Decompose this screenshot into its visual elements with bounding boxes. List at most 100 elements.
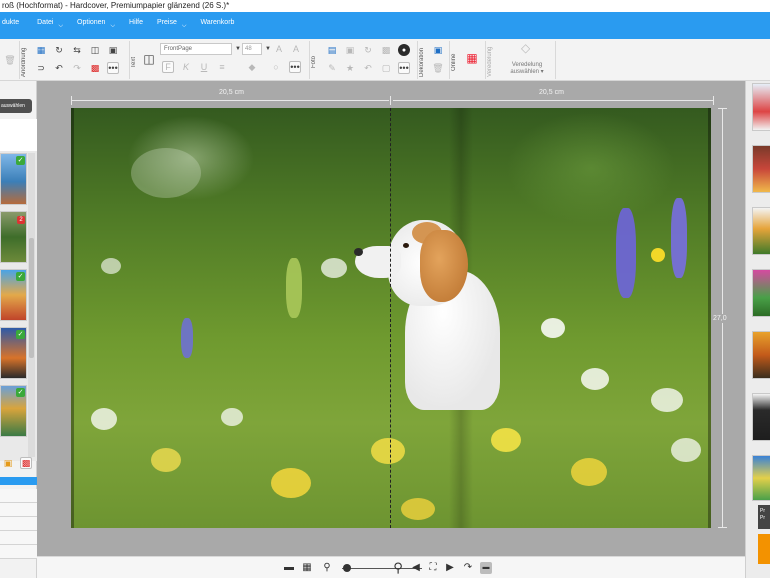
page-flip-icon[interactable]: ↷	[462, 562, 474, 574]
book-spine-line	[390, 108, 391, 528]
ruler-line-right	[393, 100, 713, 101]
delete-photos-icon[interactable]: ▩	[20, 457, 32, 469]
photo-circle-icon[interactable]: ●	[398, 44, 410, 56]
menu-prices-label: Preise	[157, 19, 177, 26]
select-button[interactable]: auswählen	[0, 99, 32, 113]
photo-frame-icon[interactable]: ▢	[380, 62, 392, 74]
underline-button[interactable]: U	[198, 61, 210, 73]
previous-page-icon[interactable]: ◀	[410, 562, 422, 574]
decoration-delete-icon[interactable]: 🗑	[432, 62, 444, 74]
photo-rotate-icon[interactable]: ↻	[362, 44, 374, 56]
undo-icon[interactable]: ↶	[53, 62, 65, 74]
finishing-select-button[interactable]: ◇ Veredelung auswählen ▾	[505, 41, 549, 77]
single-page-view-icon[interactable]: ▬	[283, 562, 295, 574]
photo-thumbnail[interactable]: 2	[0, 211, 27, 263]
photo-undo-icon[interactable]: ↶	[362, 62, 374, 74]
top-ruler: 20,5 cm 20,5 cm	[71, 89, 714, 105]
menu-prices[interactable]: Preise ⌵	[157, 19, 186, 29]
menu-cart[interactable]: Warenkorb	[200, 19, 234, 26]
usage-count-badge: 2	[17, 216, 25, 224]
grid-view-icon[interactable]: ▦	[301, 562, 313, 574]
font-shrink-icon[interactable]: A	[290, 43, 302, 55]
page-thumbnail[interactable]	[752, 393, 770, 441]
more-options-icon[interactable]: •••	[107, 62, 119, 74]
font-size-select[interactable]: 48	[242, 43, 262, 55]
bring-forward-icon[interactable]: ◫	[89, 44, 101, 56]
next-page-icon[interactable]: ▶	[444, 562, 456, 574]
photo-thumbnail[interactable]: ✓	[0, 269, 27, 321]
photo-thumbnail[interactable]: ✓	[0, 327, 27, 379]
menu-products[interactable]: dukte	[2, 19, 19, 26]
flower-lupine	[181, 318, 193, 358]
chevron-down-icon: ⌵	[181, 23, 187, 29]
flower-blur	[271, 468, 311, 498]
page-thumbnail[interactable]	[752, 145, 770, 193]
list-item[interactable]	[0, 531, 37, 545]
ruler-tick	[718, 527, 727, 528]
flower-blur	[401, 498, 435, 520]
list-item[interactable]	[0, 503, 37, 517]
photo-filter-icon[interactable]: ★	[344, 62, 356, 74]
photo-crop-icon[interactable]: ▣	[344, 44, 356, 56]
photo-effect-icon[interactable]: ▩	[380, 44, 392, 56]
toolbar-group-photo: Foto ▤ ▣ ↻ ▩ ● ✎ ★ ↶ ▢ •••	[310, 41, 418, 79]
menu-help-label: Hilfe	[129, 19, 144, 26]
scrollbar-thumb[interactable]	[29, 238, 34, 358]
photo-edit-icon[interactable]: ✎	[326, 62, 338, 74]
list-item[interactable]	[0, 545, 37, 559]
list-item[interactable]	[0, 489, 37, 503]
page-thumbnail[interactable]	[752, 207, 770, 255]
photo-source-icon[interactable]: ▣	[2, 457, 14, 469]
bold-button[interactable]: F	[162, 61, 174, 73]
clipart-icon[interactable]: ▣	[432, 44, 444, 56]
page-thumbnail[interactable]	[752, 269, 770, 317]
zoom-out-icon[interactable]: ⚲	[321, 562, 333, 574]
add-photo-icon[interactable]: ▤	[326, 44, 338, 56]
window-title: roß (Hochformat) - Hardcover, Premiumpap…	[0, 0, 770, 12]
add-text-icon[interactable]: ◫	[143, 52, 155, 66]
menu-options[interactable]: Optionen ⌵	[77, 19, 115, 29]
menu-help[interactable]: Hilfe	[129, 19, 143, 26]
flower-blur	[321, 258, 347, 278]
toolbar-group-arrangement: Anordnung ▦ ↻ ⇆ ◫ ▣ ⊃ ↶ ↷ ▩ •••	[20, 41, 130, 79]
flower-blur	[371, 438, 405, 464]
menu-file[interactable]: Datei ⌵	[37, 19, 63, 29]
price-tooltip: Pr Pr	[758, 505, 770, 529]
font-family-select[interactable]: FrontPage	[160, 43, 232, 55]
magnet-icon[interactable]: ⊃	[35, 62, 47, 74]
photo-thumbnail[interactable]: ✓	[0, 385, 27, 437]
photo-more-options-icon[interactable]: •••	[398, 62, 410, 74]
zoom-slider-handle[interactable]	[343, 564, 351, 572]
fullscreen-icon[interactable]: ⛶	[427, 562, 439, 574]
check-icon: ✓	[16, 156, 25, 165]
check-icon: ✓	[16, 388, 25, 397]
diamond-icon: ◇	[521, 41, 531, 55]
align-icon[interactable]: ≡	[216, 61, 228, 73]
redo-icon[interactable]: ↷	[71, 62, 83, 74]
spread-preview-icon[interactable]: ▬	[480, 562, 492, 574]
flower-blur	[491, 428, 521, 452]
page-thumbnail[interactable]	[752, 331, 770, 379]
trash-icon[interactable]: 🗑	[4, 54, 16, 66]
page-thumbnail[interactable]	[752, 83, 770, 131]
layer-front-icon[interactable]: ▣	[107, 44, 119, 56]
sidebar-blank-panel	[0, 119, 37, 153]
italic-button[interactable]: K	[180, 61, 192, 73]
sidebar-scrollbar[interactable]	[28, 153, 35, 457]
page-thumbnail[interactable]	[752, 455, 770, 501]
zoom-in-icon[interactable]: ⚲	[392, 561, 404, 574]
remove-frame-icon[interactable]: ▩	[89, 62, 101, 74]
flip-icon[interactable]: ⇆	[71, 44, 83, 56]
grid-layout-icon[interactable]: ▦	[35, 44, 47, 56]
photobook-spread-photo[interactable]	[71, 108, 711, 528]
arrangement-label: Anordnung	[21, 47, 27, 77]
online-services-icon[interactable]: ▦	[466, 51, 478, 65]
rotate-icon[interactable]: ↻	[53, 44, 65, 56]
text-more-options-icon[interactable]: •••	[289, 61, 301, 73]
list-item[interactable]	[0, 517, 37, 531]
text-color-icon[interactable]: ◆	[246, 61, 258, 73]
text-effect-icon[interactable]: ○	[270, 61, 282, 73]
order-button[interactable]	[758, 534, 770, 564]
font-grow-icon[interactable]: A	[273, 43, 285, 55]
photo-thumbnail[interactable]: ✓	[0, 153, 27, 205]
